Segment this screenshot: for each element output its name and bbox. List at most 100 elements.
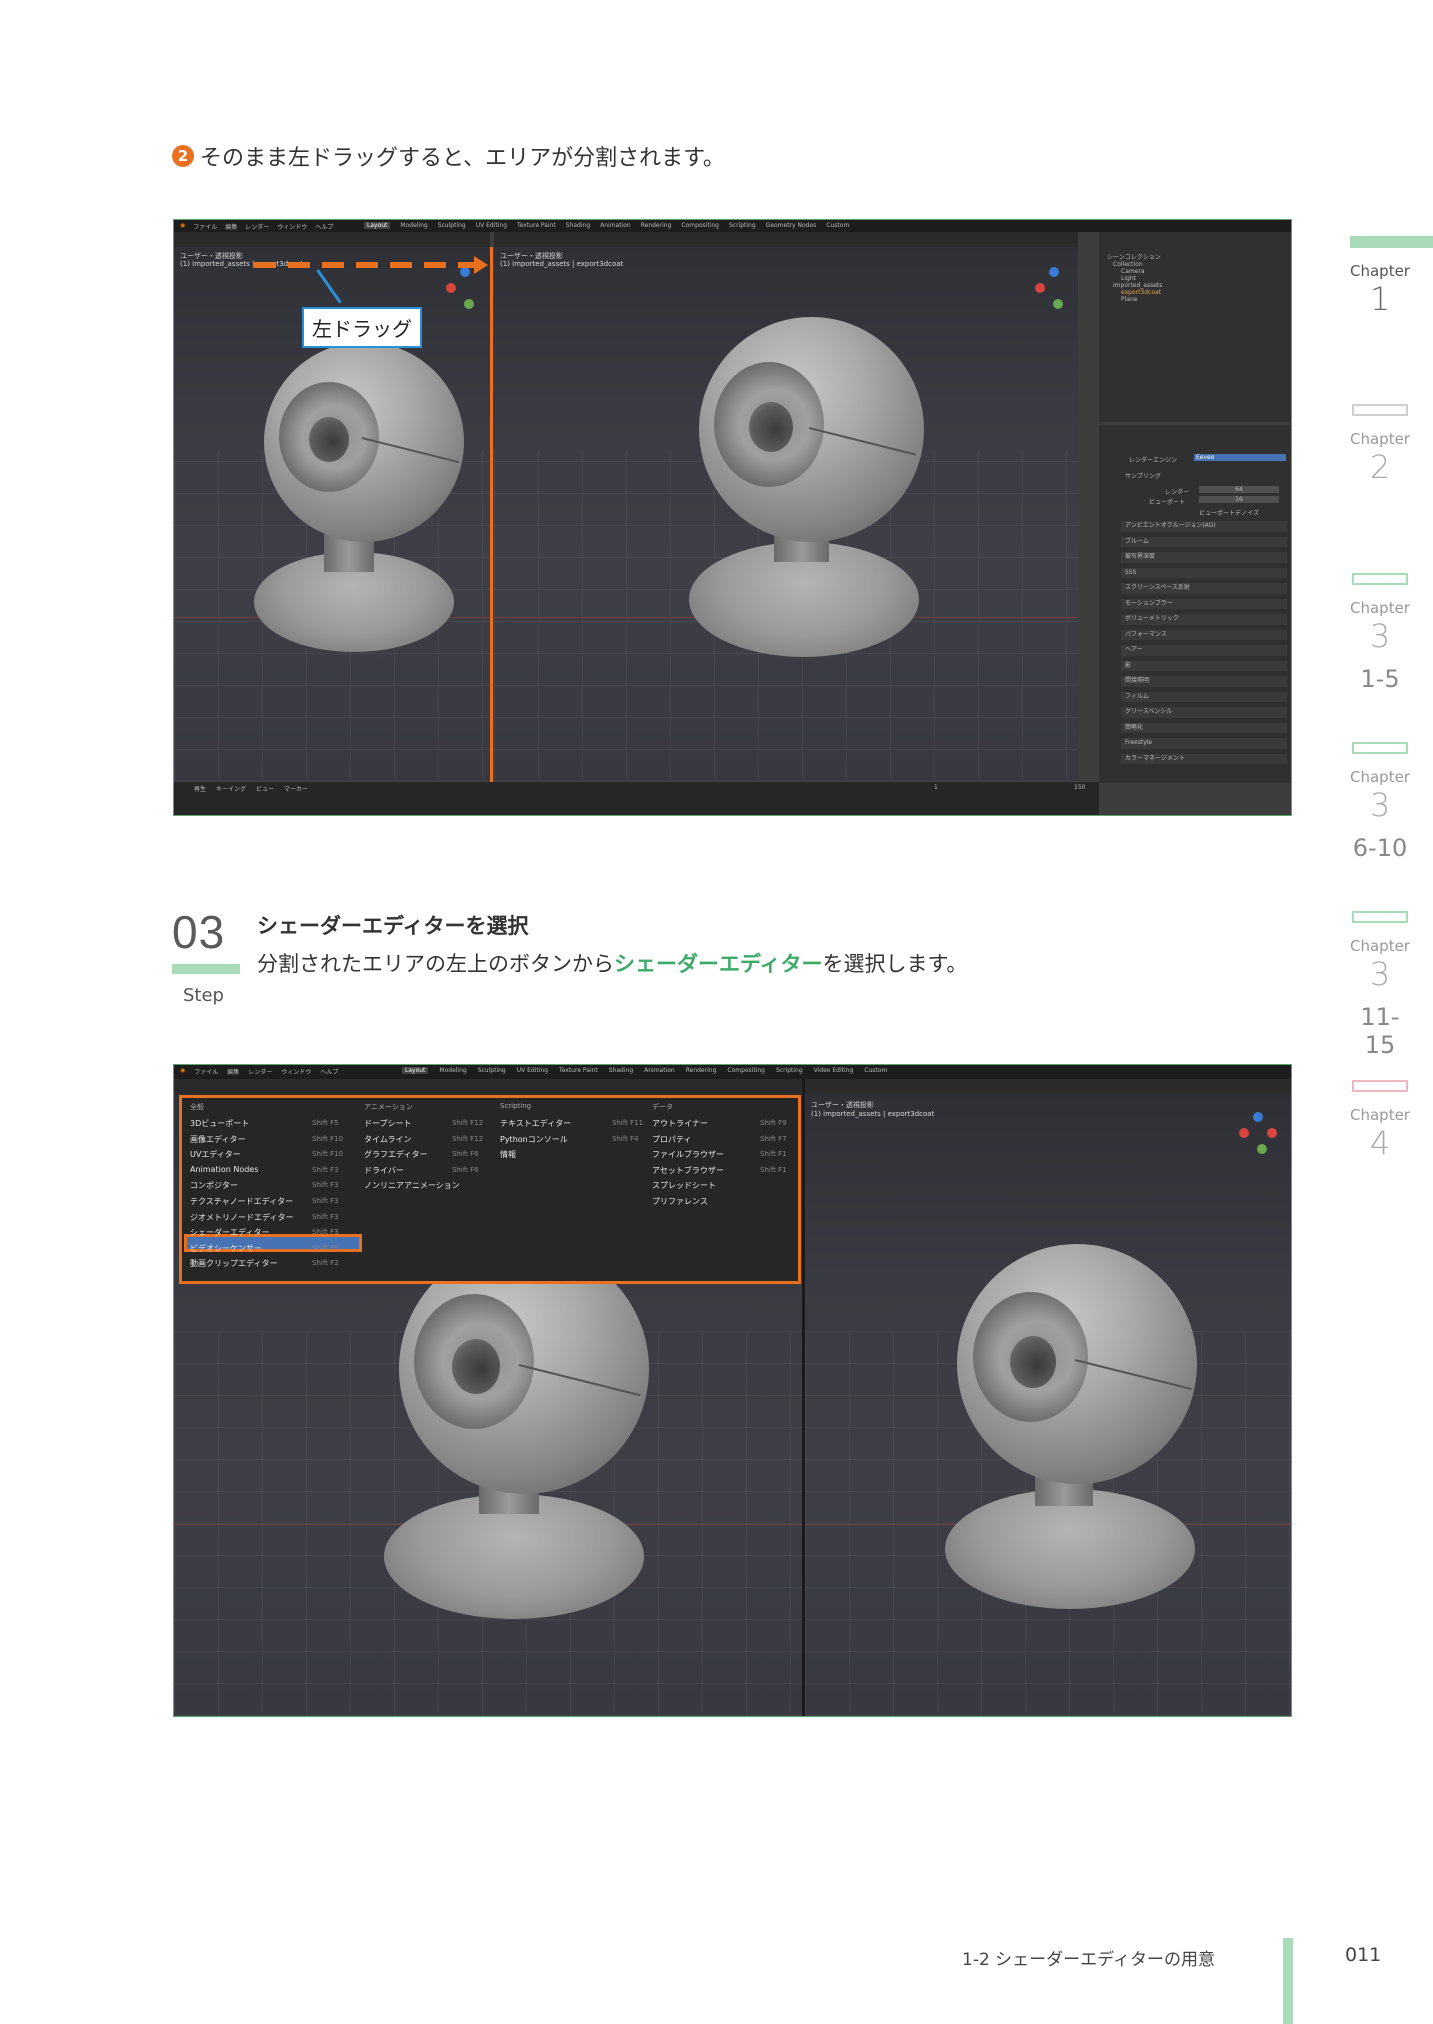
render-engine-value[interactable]: Eevee	[1194, 454, 1286, 461]
timeline-playback[interactable]: 再生	[194, 784, 206, 793]
render-panel-item[interactable]: SSS	[1121, 567, 1287, 578]
tab-compositing[interactable]: Compositing	[681, 222, 719, 229]
tab2-texture-paint[interactable]: Texture Paint	[559, 1067, 598, 1074]
render-panel-item[interactable]: 影	[1121, 660, 1287, 671]
sampling-header[interactable]: サンプリング	[1125, 471, 1161, 480]
outliner-collection[interactable]: Collection	[1107, 261, 1162, 268]
tab-texture-paint[interactable]: Texture Paint	[517, 222, 556, 229]
chapter-label[interactable]: Chapter	[1350, 768, 1410, 786]
right-viewport[interactable]: ユーザー・透視投影 (1) imported_assets | export3d…	[494, 247, 1078, 782]
editor-menu-item[interactable]: UVエディター	[190, 1149, 241, 1160]
editor-menu-item[interactable]: タイムライン	[364, 1134, 411, 1145]
tab2-sculpting[interactable]: Sculpting	[478, 1067, 506, 1074]
tab-geometry-nodes[interactable]: Geometry Nodes	[766, 222, 817, 229]
editor-menu-item[interactable]: プロパティ	[652, 1134, 692, 1145]
render-panel-item[interactable]: 間接照明	[1121, 676, 1287, 687]
render-samples-value[interactable]: 64	[1199, 486, 1279, 493]
render-panel-item[interactable]: ブルーム	[1121, 536, 1287, 547]
tab-sculpting[interactable]: Sculpting	[438, 222, 466, 229]
menu-render[interactable]: レンダー	[245, 222, 269, 231]
tab2-modeling[interactable]: Modeling	[439, 1067, 466, 1074]
chapter-label[interactable]: Chapter	[1350, 430, 1410, 448]
tab2-animation[interactable]: Animation	[644, 1067, 675, 1074]
editor-menu-item[interactable]: 情報	[500, 1149, 516, 1160]
chapter-label[interactable]: Chapter	[1350, 937, 1410, 955]
outliner-plane[interactable]: Plane	[1107, 296, 1162, 303]
editor-menu-item[interactable]: アウトライナー	[652, 1118, 708, 1129]
menu2-help[interactable]: ヘルプ	[320, 1067, 338, 1076]
editor-menu-item[interactable]: プリファレンス	[652, 1196, 708, 1207]
render-panel-item[interactable]: ボリューメトリック	[1121, 614, 1287, 625]
tab-shading[interactable]: Shading	[566, 222, 590, 229]
outliner-scene-collection[interactable]: シーンコレクション	[1107, 252, 1162, 261]
menu-file[interactable]: ファイル	[193, 222, 217, 231]
editor-menu-item[interactable]: Animation Nodes	[190, 1165, 258, 1174]
tab2-uv-editing[interactable]: UV Editing	[517, 1067, 548, 1074]
chapter-label[interactable]: Chapter	[1350, 262, 1410, 280]
render-panel-item[interactable]: フィルム	[1121, 691, 1287, 702]
editor-menu-item[interactable]: Pythonコンソール	[500, 1134, 568, 1145]
tab2-video-editing[interactable]: Video Editing	[814, 1067, 854, 1074]
editor-menu-item[interactable]: ドライバー	[364, 1165, 404, 1176]
menu-edit[interactable]: 編集	[225, 222, 237, 231]
right-viewport-2[interactable]: ユーザー・透視投影 (1) imported_assets | export3d…	[805, 1094, 1291, 1716]
chapter-label[interactable]: Chapter	[1350, 1106, 1410, 1124]
editor-menu-item[interactable]: テクスチャノードエディター	[190, 1196, 293, 1207]
menu2-render[interactable]: レンダー	[248, 1067, 272, 1076]
tab2-shading[interactable]: Shading	[609, 1067, 633, 1074]
tab-animation[interactable]: Animation	[600, 222, 631, 229]
editor-menu-item[interactable]: 3Dビューポート	[190, 1118, 249, 1129]
editor-menu-item[interactable]: シェーダーエディター	[190, 1227, 269, 1238]
menu2-edit[interactable]: 編集	[227, 1067, 239, 1076]
viewport-samples-value[interactable]: 16	[1199, 496, 1279, 503]
editor-menu-item[interactable]: ビデオシーケンサー	[190, 1243, 262, 1254]
chapter-label[interactable]: Chapter	[1350, 599, 1410, 617]
frame-start[interactable]: 1	[934, 784, 938, 791]
frame-end[interactable]: 150	[1074, 784, 1085, 791]
timeline-keying[interactable]: キーイング	[216, 784, 246, 793]
timeline-view[interactable]: ビュー	[256, 784, 274, 793]
render-panel-item[interactable]: スクリーンスペース反射	[1121, 583, 1287, 594]
editor-menu-item[interactable]: 画像エディター	[190, 1134, 245, 1145]
editor-menu-item[interactable]: ファイルブラウザー	[652, 1149, 724, 1160]
tab-scripting[interactable]: Scripting	[729, 222, 756, 229]
menu-window[interactable]: ウィンドウ	[277, 222, 307, 231]
render-panel-item[interactable]: カラーマネージメント	[1121, 753, 1287, 764]
tab-layout[interactable]: Layout	[364, 222, 391, 229]
outliner-camera[interactable]: Camera	[1107, 268, 1162, 275]
editor-menu-item[interactable]: テキストエディター	[500, 1118, 571, 1129]
tab-modeling[interactable]: Modeling	[400, 222, 427, 229]
tab2-layout[interactable]: Layout	[402, 1067, 429, 1074]
editor-menu-item[interactable]: ノンリニアアニメーション	[364, 1180, 460, 1191]
render-panel-item[interactable]: ヘアー	[1121, 645, 1287, 656]
outliner-light[interactable]: Light	[1107, 275, 1162, 282]
render-panel-item[interactable]: グリースペンシル	[1121, 707, 1287, 718]
tab2-compositing[interactable]: Compositing	[727, 1067, 765, 1074]
viewport-denoise-checkbox[interactable]: ビューポートデノイズ	[1199, 508, 1259, 517]
editor-menu-item[interactable]: アセットブラウザー	[652, 1165, 724, 1176]
editor-menu-item[interactable]: スプレッドシート	[652, 1180, 716, 1191]
editor-menu-item[interactable]: グラフエディター	[364, 1149, 427, 1160]
tab-uv-editing[interactable]: UV Editing	[476, 222, 507, 229]
tab2-scripting[interactable]: Scripting	[776, 1067, 803, 1074]
tab2-rendering[interactable]: Rendering	[686, 1067, 717, 1074]
menu-help[interactable]: ヘルプ	[315, 222, 333, 231]
tab-rendering[interactable]: Rendering	[641, 222, 672, 229]
menu2-window[interactable]: ウィンドウ	[281, 1067, 311, 1076]
menu2-file[interactable]: ファイル	[194, 1067, 218, 1076]
render-panel-item[interactable]: アンビエントオクルージョン(AO)	[1121, 521, 1287, 532]
render-panel-item[interactable]: パフォーマンス	[1121, 629, 1287, 640]
editor-menu-item[interactable]: コンポジター	[190, 1180, 238, 1191]
tab2-custom[interactable]: Custom	[864, 1067, 887, 1074]
editor-menu-item[interactable]: ドープシート	[364, 1118, 412, 1129]
outliner-imported-assets[interactable]: imported_assets	[1107, 282, 1162, 289]
timeline-marker[interactable]: マーカー	[284, 784, 308, 793]
render-panel-item[interactable]: 簡略化	[1121, 722, 1287, 733]
render-panel-item[interactable]: Freestyle	[1121, 738, 1287, 749]
outliner-export3dcoat[interactable]: export3dcoat	[1107, 289, 1162, 296]
tab-custom[interactable]: Custom	[826, 222, 849, 229]
render-panel-item[interactable]: モーションブラー	[1121, 598, 1287, 609]
editor-menu-item[interactable]: 動画クリップエディター	[190, 1258, 277, 1269]
render-panel-item[interactable]: 被写界深度	[1121, 552, 1287, 563]
editor-menu-item[interactable]: ジオメトリノードエディター	[190, 1212, 293, 1223]
